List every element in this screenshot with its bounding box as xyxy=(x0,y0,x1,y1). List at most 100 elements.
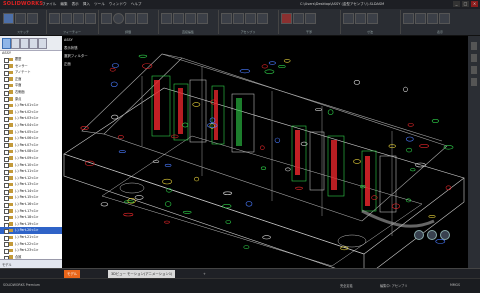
file-explorer-icon[interactable] xyxy=(471,66,477,74)
move-component-icon[interactable] xyxy=(257,13,268,24)
section-view-icon[interactable] xyxy=(125,13,136,24)
property-manager-tab[interactable] xyxy=(11,38,20,49)
design-library-icon[interactable] xyxy=(471,54,477,62)
hole-circle xyxy=(164,201,172,207)
tree-item[interactable]: (-) Part-01<1> xyxy=(0,102,62,109)
overlay-item[interactable]: 正面 xyxy=(64,60,88,68)
menu-item-file[interactable]: ファイル xyxy=(42,2,56,7)
tree-item[interactable]: センサー xyxy=(0,63,62,70)
tree-item[interactable]: (-) Part-06<1> xyxy=(0,135,62,142)
fillet-icon[interactable] xyxy=(73,13,84,24)
measure-icon[interactable] xyxy=(101,13,112,24)
menu-item-window[interactable]: ウィンドウ xyxy=(109,2,127,7)
rotate-view-icon[interactable] xyxy=(439,13,450,24)
component-icon xyxy=(9,156,13,160)
feature-tree-tab[interactable] xyxy=(2,38,11,49)
tree-item[interactable]: 履歴 xyxy=(0,56,62,63)
menu-item-tools[interactable]: ツール xyxy=(94,2,105,7)
dimxpert-tab[interactable] xyxy=(29,38,38,49)
tree-item[interactable]: (-) Part-22<1> xyxy=(0,241,62,248)
tree-item[interactable]: (-) Part-10<1> xyxy=(0,162,62,169)
revolve-icon[interactable] xyxy=(61,13,72,24)
interference-icon[interactable] xyxy=(281,13,292,24)
overlay-item[interactable]: 表示状態 xyxy=(64,44,88,52)
hole-icon[interactable] xyxy=(85,13,96,24)
display-style-icon[interactable] xyxy=(403,13,414,24)
circle-icon[interactable] xyxy=(113,13,124,24)
tree-item[interactable]: (-) Part-15<1> xyxy=(0,194,62,202)
line-icon[interactable] xyxy=(27,13,38,24)
menu-item-view[interactable]: 表示 xyxy=(72,2,79,7)
minimize-button[interactable]: _ xyxy=(453,1,460,7)
offset-icon[interactable] xyxy=(185,13,196,24)
tree-item[interactable]: (-) Part-02<1> xyxy=(0,109,62,116)
view-orientation-icon[interactable] xyxy=(415,13,426,24)
mass-properties-icon[interactable] xyxy=(137,13,148,24)
tree-item[interactable]: アノテート xyxy=(0,69,62,76)
tree-bottom-label[interactable]: モデル xyxy=(2,262,12,267)
menu-item-edit[interactable]: 編集 xyxy=(60,2,67,7)
extrude-icon[interactable] xyxy=(49,13,60,24)
balloon-icon[interactable] xyxy=(367,13,378,24)
tree-root[interactable]: ASSY xyxy=(2,51,11,55)
sketch-icon[interactable] xyxy=(3,13,14,24)
tree-item[interactable]: (-) Part-23<1> xyxy=(0,247,62,254)
tree-item[interactable]: 原点 xyxy=(0,96,62,103)
hole-circle xyxy=(315,108,322,112)
tree-item[interactable]: (-) Part-20<1> xyxy=(0,227,62,235)
overlay-item[interactable]: 選択フィルター xyxy=(64,52,88,60)
tree-item[interactable]: 右側面 xyxy=(0,89,62,96)
tree-item[interactable]: (-) Part-04<1> xyxy=(0,122,62,129)
configuration-tab[interactable] xyxy=(20,38,29,49)
menu-item-insert[interactable]: 挿入 xyxy=(83,2,90,7)
tree-item[interactable]: 平面 xyxy=(0,82,62,90)
delete-face-icon[interactable] xyxy=(173,13,184,24)
overlay-item[interactable]: ASSY xyxy=(64,36,88,44)
display-manager-tab[interactable] xyxy=(38,38,47,49)
tree-item[interactable]: (-) Part-17<1> xyxy=(0,208,62,215)
tree-item-label: (-) Part-12<1> xyxy=(15,175,39,180)
tree-item[interactable]: (-) Part-08<1> xyxy=(0,148,62,155)
pattern-icon[interactable] xyxy=(245,13,256,24)
tree-item[interactable]: 正面 xyxy=(0,76,62,83)
tab-model[interactable]: モデル xyxy=(64,270,81,278)
tree-item[interactable]: (-) Part-05<1> xyxy=(0,129,62,136)
close-button[interactable]: × xyxy=(471,1,478,7)
status-units[interactable]: MMGS xyxy=(450,283,460,287)
tree-item[interactable]: (-) Part-12<1> xyxy=(0,175,62,182)
menu-item-help[interactable]: ヘルプ xyxy=(131,2,142,7)
clearance-icon[interactable] xyxy=(293,13,304,24)
add-tab-button[interactable]: + xyxy=(200,270,209,278)
tree-item[interactable]: (-) Part-16<1> xyxy=(0,201,62,208)
zoom-icon[interactable] xyxy=(440,230,450,240)
tree-item[interactable]: (-) Part-03<1> xyxy=(0,115,62,123)
view-cube-icon[interactable] xyxy=(414,230,424,240)
zoom-icon[interactable] xyxy=(427,13,438,24)
split-icon[interactable] xyxy=(197,13,208,24)
rotate-view-icon[interactable] xyxy=(427,230,437,240)
dimension-icon[interactable] xyxy=(343,13,354,24)
move-face-icon[interactable] xyxy=(161,13,172,24)
tree-item[interactable]: (-) Part-11<1> xyxy=(0,168,62,175)
smart-dimension-icon[interactable] xyxy=(15,13,26,24)
app-logo[interactable]: SOLIDWORKS xyxy=(3,1,43,7)
ribbon-group-direct-edit: 直接編集 xyxy=(158,10,219,34)
hole-alignment-icon[interactable] xyxy=(305,13,316,24)
tree-item[interactable]: (-) Part-19<1> xyxy=(0,221,62,228)
tab-motion-study[interactable]: 3Dビュー モーション(アニメーション1) xyxy=(108,270,176,278)
insert-component-icon[interactable] xyxy=(221,13,232,24)
tree-item[interactable]: (-) Part-07<1> xyxy=(0,142,62,149)
tree-bottom-bar: モデル xyxy=(0,259,62,268)
note-icon[interactable] xyxy=(355,13,366,24)
resources-icon[interactable] xyxy=(471,42,477,50)
maximize-button[interactable]: □ xyxy=(462,1,469,7)
graphics-viewport[interactable] xyxy=(62,36,468,279)
tree-item[interactable]: (-) Part-09<1> xyxy=(0,155,62,162)
tree-item-label: (-) Part-04<1> xyxy=(15,122,39,127)
mate-icon[interactable] xyxy=(233,13,244,24)
tree-item[interactable]: (-) Part-13<1> xyxy=(0,181,62,188)
tree-item[interactable]: (-) Part-21<1> xyxy=(0,234,62,241)
tree-item[interactable]: (-) Part-18<1> xyxy=(0,214,62,221)
appearances-icon[interactable] xyxy=(471,78,477,86)
tree-item[interactable]: (-) Part-14<1> xyxy=(0,188,62,195)
